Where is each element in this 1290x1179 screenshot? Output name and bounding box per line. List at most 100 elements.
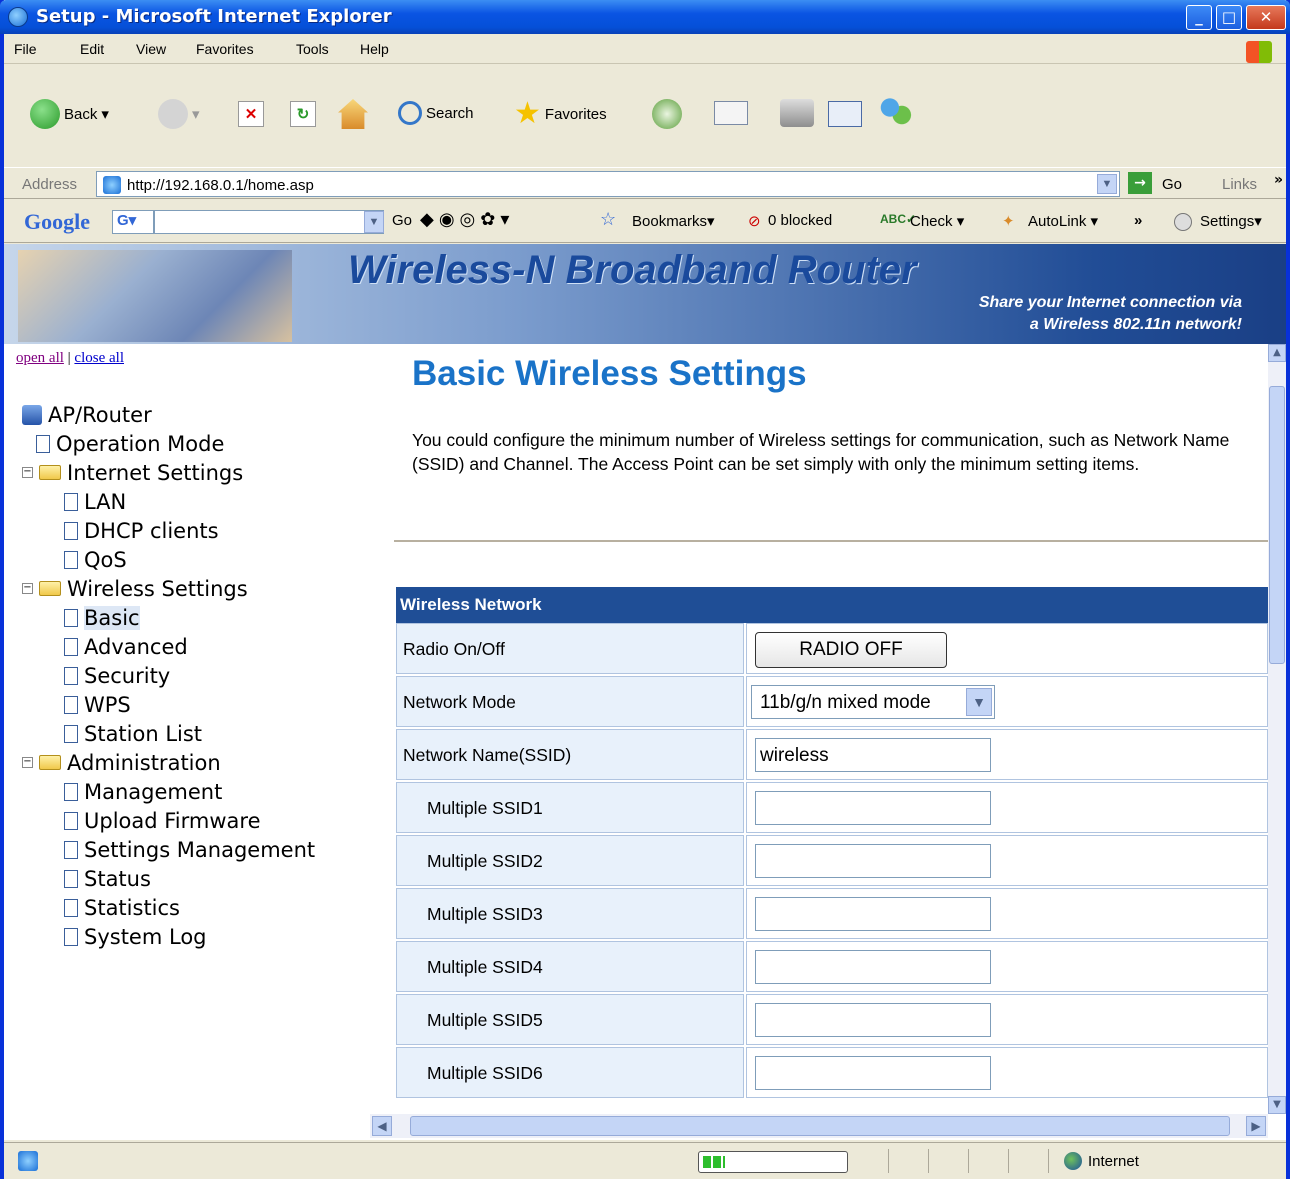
links-button[interactable]: Links	[1222, 176, 1257, 193]
print-icon[interactable]	[780, 99, 814, 127]
address-label: Address	[22, 176, 78, 193]
scroll-right-icon[interactable]: ▶	[1246, 1116, 1266, 1136]
nav-item-status[interactable]: Status	[64, 864, 151, 893]
open-all-link[interactable]: open all	[16, 350, 64, 366]
nav-folder-administration[interactable]: − Administration	[22, 748, 221, 777]
ssid-input[interactable]: wireless	[755, 738, 991, 772]
radio-toggle-button[interactable]: RADIO OFF	[755, 632, 947, 668]
nav-item-lan[interactable]: LAN	[64, 487, 126, 516]
nav-item-system-log[interactable]: System Log	[64, 922, 207, 951]
google-g-button[interactable]: G▾	[112, 210, 154, 234]
google-dropdown-icon[interactable]: ▼	[364, 211, 384, 233]
scroll-left-icon[interactable]: ◀	[372, 1116, 392, 1136]
vertical-scrollbar[interactable]: ▲ ▼	[1268, 344, 1286, 1114]
collapse-icon[interactable]: −	[22, 467, 33, 478]
google-search-input[interactable]	[154, 210, 384, 234]
nav-folder-internet-settings[interactable]: − Internet Settings	[22, 458, 243, 487]
multiple-ssid4-input[interactable]	[755, 950, 991, 984]
close-button[interactable]: ✕	[1246, 5, 1286, 30]
collapse-icon[interactable]: −	[22, 583, 33, 594]
multiple-ssid1-input[interactable]	[755, 791, 991, 825]
edit-icon[interactable]	[828, 101, 862, 127]
back-button[interactable]: Back ▾	[30, 99, 109, 129]
nav-item-label: WPS	[84, 692, 131, 717]
nav-folder-wireless-settings[interactable]: − Wireless Settings	[22, 574, 248, 603]
chevron-down-icon[interactable]: ▼	[966, 688, 992, 716]
address-input[interactable]: http://192.168.0.1/home.asp ▼	[96, 171, 1120, 197]
nav-item-basic[interactable]: Basic	[64, 603, 140, 632]
more-chevron-icon[interactable]: »	[1134, 212, 1142, 229]
multiple-ssid3-input[interactable]	[755, 897, 991, 931]
scroll-down-icon[interactable]: ▼	[1268, 1096, 1286, 1114]
hscroll-thumb[interactable]	[410, 1116, 1230, 1136]
nav-item-upload-firmware[interactable]: Upload Firmware	[64, 806, 261, 835]
nav-item-label: Status	[84, 866, 151, 891]
chevron-down-icon[interactable]: ▾	[101, 105, 109, 123]
nav-item-qos[interactable]: QoS	[64, 545, 127, 574]
nav-item-advanced[interactable]: Advanced	[64, 632, 188, 661]
nav-item-settings-management[interactable]: Settings Management	[64, 835, 315, 864]
nav-item-operation-mode[interactable]: Operation Mode	[36, 429, 224, 458]
divider	[394, 540, 1268, 542]
nav-item-wps[interactable]: WPS	[64, 690, 131, 719]
chevron-down-icon[interactable]: ▾	[192, 105, 200, 123]
history-icon[interactable]	[652, 99, 682, 129]
menu-view[interactable]: View	[136, 41, 166, 57]
menu-file[interactable]: File	[14, 41, 37, 57]
nav-item-dhcp-clients[interactable]: DHCP clients	[64, 516, 219, 545]
favorites-button[interactable]: ★ Favorites	[514, 99, 607, 129]
popup-blocked-count[interactable]: 0 blocked	[768, 212, 832, 229]
google-logo: Google	[24, 209, 90, 234]
row-value	[746, 994, 1268, 1045]
multiple-ssid5-input[interactable]	[755, 1003, 991, 1037]
globe-icon	[1064, 1152, 1082, 1170]
address-dropdown-icon[interactable]: ▼	[1097, 174, 1117, 194]
window-title: Setup - Microsoft Internet Explorer	[36, 6, 392, 27]
messenger-icon[interactable]	[878, 97, 912, 127]
menu-help[interactable]: Help	[360, 41, 389, 57]
page-icon	[64, 898, 78, 917]
search-button[interactable]: Search	[398, 101, 474, 125]
title-bar: Setup - Microsoft Internet Explorer _ □ …	[0, 0, 1290, 34]
go-button[interactable]: Go	[1162, 176, 1182, 193]
stop-icon[interactable]: ✕	[238, 101, 264, 127]
scroll-up-icon[interactable]: ▲	[1268, 344, 1286, 362]
scroll-thumb[interactable]	[1269, 386, 1285, 664]
check-button[interactable]: Check ▾	[910, 212, 964, 230]
mail-icon[interactable]	[714, 101, 748, 125]
row-label: Multiple SSID2	[396, 835, 744, 886]
menu-edit[interactable]: Edit	[80, 41, 104, 57]
network-mode-select[interactable]: 11b/g/n mixed mode ▼	[751, 685, 995, 719]
google-go-button[interactable]: Go	[392, 212, 412, 229]
links-chevron-icon[interactable]: »	[1274, 172, 1283, 188]
bookmarks-star-icon: ☆	[600, 209, 617, 229]
settings-button[interactable]: Settings▾	[1200, 212, 1262, 230]
nav-item-security[interactable]: Security	[64, 661, 170, 690]
google-tools-icons[interactable]: ◆ ◉ ◎ ✿ ▾	[420, 209, 509, 230]
menu-tools[interactable]: Tools	[296, 41, 329, 57]
page-icon	[64, 782, 78, 801]
multiple-ssid2-input[interactable]	[755, 844, 991, 878]
minimize-button[interactable]: _	[1186, 5, 1212, 30]
home-icon[interactable]	[338, 99, 368, 129]
computer-icon	[22, 404, 42, 425]
bookmarks-button[interactable]: Bookmarks▾	[632, 212, 715, 230]
forward-button[interactable]: ▾	[158, 99, 200, 129]
menu-favorites[interactable]: Favorites	[196, 41, 254, 57]
maximize-button[interactable]: □	[1216, 5, 1242, 30]
horizontal-scrollbar[interactable]: ◀ ▶	[370, 1114, 1268, 1138]
network-mode-value: 11b/g/n mixed mode	[760, 692, 931, 713]
autolink-button[interactable]: AutoLink ▾	[1028, 212, 1098, 230]
table-row: Network Name(SSID) wireless	[396, 729, 1268, 782]
refresh-icon[interactable]: ↻	[290, 101, 316, 127]
nav-item-label: LAN	[84, 489, 127, 514]
close-all-link[interactable]: close all	[74, 350, 124, 366]
nav-item-statistics[interactable]: Statistics	[64, 893, 180, 922]
nav-item-station-list[interactable]: Station List	[64, 719, 202, 748]
security-zone[interactable]: Internet	[1064, 1152, 1139, 1170]
tree-root[interactable]: AP/Router	[22, 400, 152, 429]
multiple-ssid6-input[interactable]	[755, 1056, 991, 1090]
collapse-icon[interactable]: −	[22, 757, 33, 768]
go-arrow-icon[interactable]: →	[1128, 172, 1152, 194]
nav-item-management[interactable]: Management	[64, 777, 222, 806]
